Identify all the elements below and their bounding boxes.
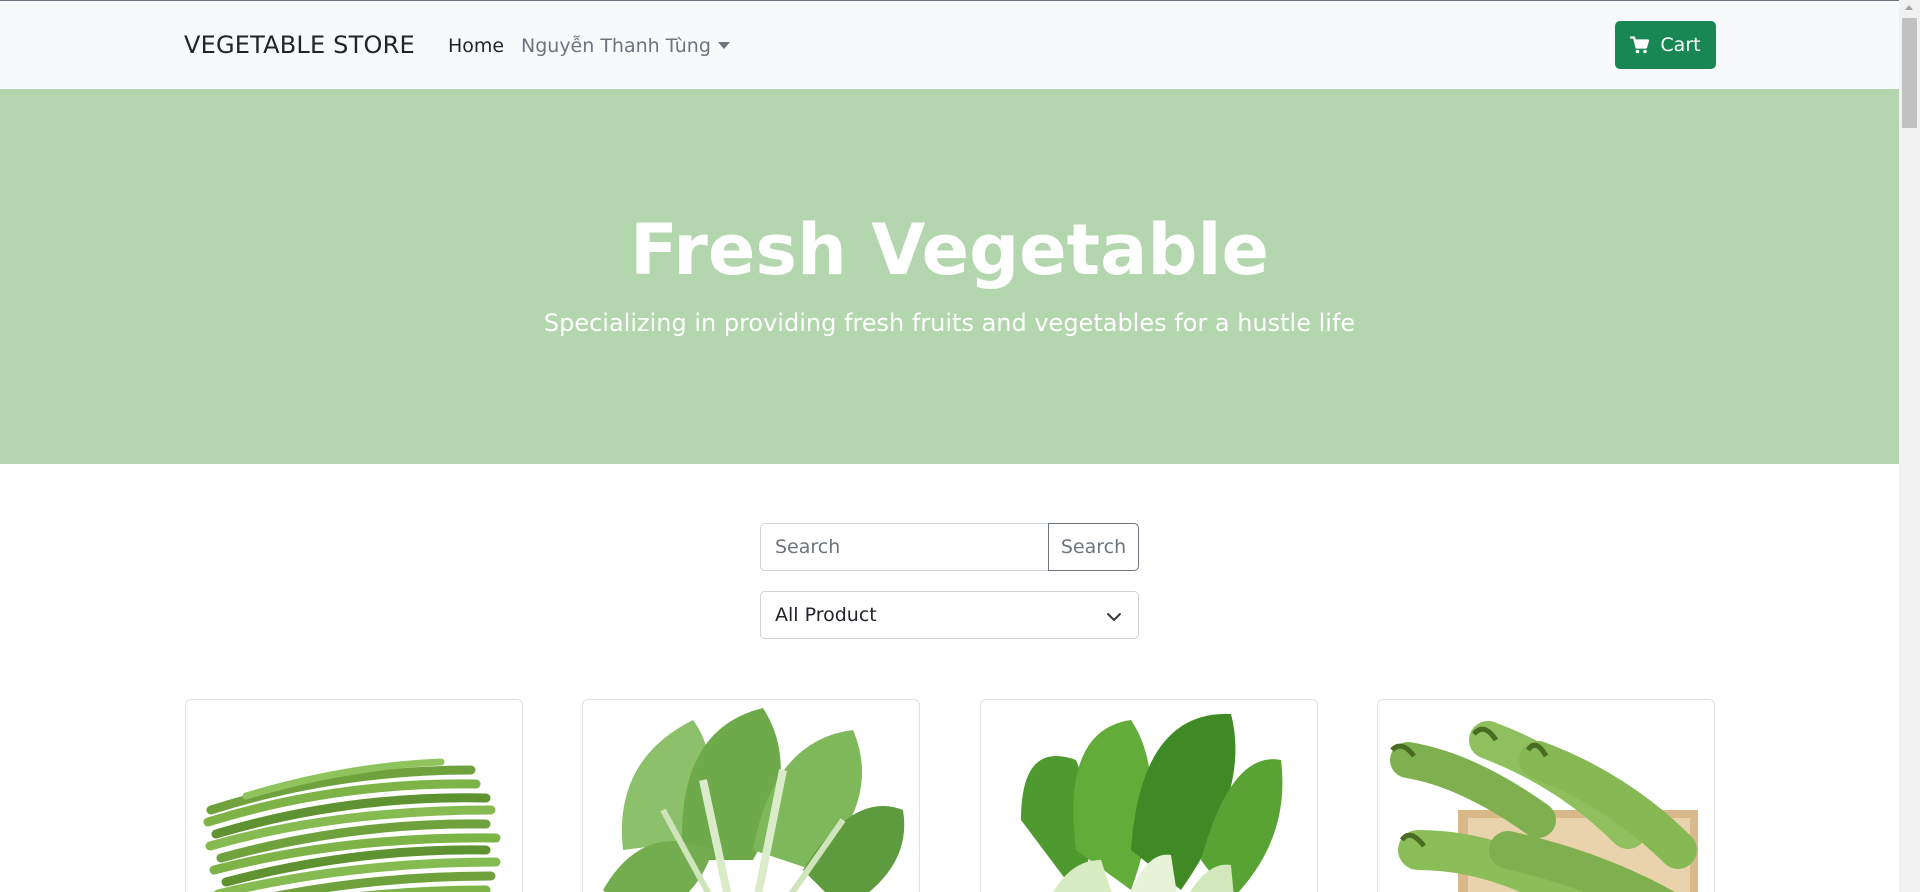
hero-subtitle: Specializing in providing fresh fruits a… [543, 309, 1356, 337]
category-select[interactable]: All Product [760, 591, 1139, 639]
category-select-value: All Product [775, 604, 877, 626]
user-dropdown[interactable]: Nguyễn Thanh Tùng [521, 35, 730, 57]
user-name: Nguyễn Thanh Tùng [521, 35, 711, 57]
scroll-up-arrow-icon[interactable] [1905, 5, 1913, 10]
scrollbar-thumb[interactable] [1902, 18, 1917, 128]
bok-choy-image [1021, 713, 1283, 892]
navbar: VEGETABLE STORE Home Nguyễn Thanh Tùng C… [0, 1, 1899, 89]
product-card[interactable] [980, 699, 1318, 892]
hero-title: Fresh Vegetable [630, 209, 1269, 291]
chevron-down-icon [1106, 608, 1122, 630]
product-card[interactable] [582, 699, 920, 892]
product-card[interactable] [185, 699, 523, 892]
brand-link[interactable]: VEGETABLE STORE [184, 31, 415, 59]
page: VEGETABLE STORE Home Nguyễn Thanh Tùng C… [0, 0, 1899, 892]
green-beans-image [203, 758, 501, 892]
product-card[interactable] [1377, 699, 1715, 892]
vertical-scrollbar[interactable] [1899, 0, 1920, 892]
hero-banner: Fresh Vegetable Specializing in providin… [0, 89, 1899, 464]
nav-home-link[interactable]: Home [448, 35, 504, 57]
cart-button[interactable]: Cart [1615, 21, 1716, 69]
mustard-greens-image [603, 708, 905, 892]
search-input[interactable] [760, 523, 1049, 571]
search-button[interactable]: Search [1048, 523, 1139, 571]
search-form: Search [760, 523, 1139, 571]
cart-label: Cart [1660, 34, 1701, 56]
caret-down-icon [717, 42, 730, 49]
bottle-gourd-image [1390, 721, 1698, 892]
cart-icon [1630, 36, 1650, 54]
